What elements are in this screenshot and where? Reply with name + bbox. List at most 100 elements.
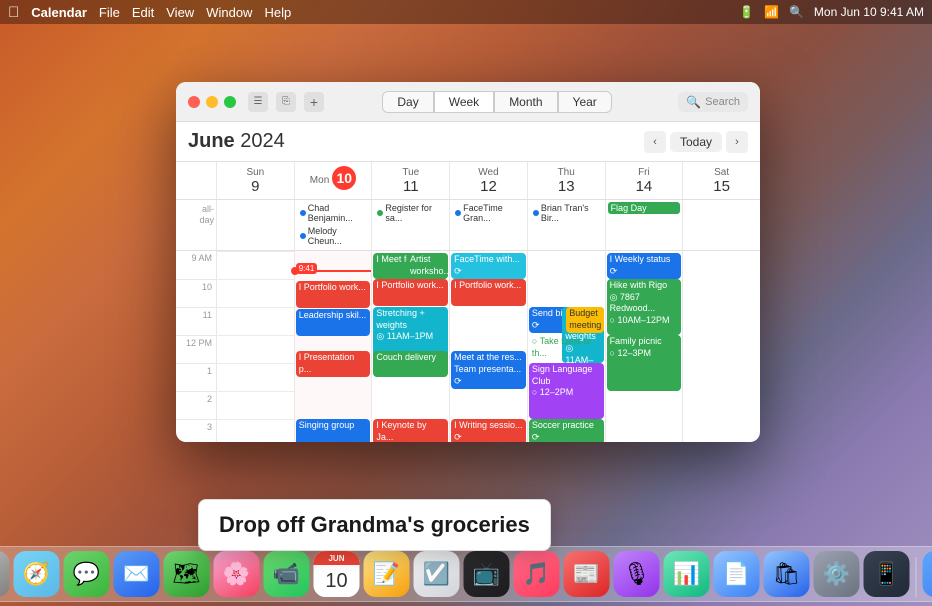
event-team-pres[interactable]: Team presenta... ⟳	[451, 363, 526, 389]
allday-row: all-day Chad Benjamin... Melody Cheun...…	[176, 200, 760, 251]
window-chrome: ☰ ⎘ + Day Week Month Year 🔍 Search	[176, 82, 760, 122]
time-12pm: 12 PM	[176, 335, 216, 363]
time-11: 11	[176, 307, 216, 335]
dock-icon-music[interactable]: 🎵	[514, 551, 560, 597]
event-presentation-mon[interactable]: I Presentation p...	[296, 351, 371, 377]
allday-event-flagday[interactable]: Flag Day	[608, 202, 681, 214]
allday-event-melody[interactable]: Melody Cheun...	[297, 225, 370, 247]
prev-button[interactable]: ‹	[644, 131, 666, 153]
time-3: 3	[176, 419, 216, 442]
day-header-wed: Wed 12	[449, 162, 527, 199]
days-header: Sun 9 Mon 10 Tue 11 Wed 12 Thu 13 Fri 14	[176, 162, 760, 200]
event-luna[interactable]: ○ Take Luna to th...	[529, 335, 604, 361]
menubar-left:  Calendar Calendar File Edit View Windo…	[8, 4, 291, 21]
menubar:  Calendar Calendar File Edit View Windo…	[0, 0, 932, 24]
allday-event-chad[interactable]: Chad Benjamin...	[297, 202, 370, 224]
day-header-mon: Mon 10	[294, 162, 372, 199]
event-keynote[interactable]: I Keynote by Ja...	[373, 419, 448, 442]
dock-icon-news[interactable]: 📰	[564, 551, 610, 597]
allday-wed: FaceTime Gran...	[449, 200, 527, 250]
allday-event-facetime-gran[interactable]: FaceTime Gran...	[452, 202, 525, 224]
dock-icon-airdrop[interactable]: 📡	[923, 551, 932, 597]
cal-header: June 2024 ‹ Today ›	[176, 122, 760, 162]
dock-icon-notes[interactable]: 📝	[364, 551, 410, 597]
allday-label: all-day	[176, 200, 216, 250]
dock-divider	[916, 557, 917, 597]
app-name[interactable]: Calendar	[31, 5, 87, 20]
event-couch[interactable]: Couch delivery	[373, 351, 448, 377]
menu-window[interactable]: Window	[206, 5, 252, 20]
dock-icon-numbers[interactable]: 📊	[664, 551, 710, 597]
allday-fri: Flag Day	[605, 200, 683, 250]
event-leadership[interactable]: Leadership skil...	[296, 309, 371, 336]
dock-icon-facetime[interactable]: 📹	[264, 551, 310, 597]
tab-month[interactable]: Month	[494, 91, 557, 113]
allday-event-register[interactable]: Register for sa...	[374, 202, 447, 224]
dock-icon-photos[interactable]: 🌸	[214, 551, 260, 597]
wifi-icon: 📶	[764, 5, 779, 19]
event-singing[interactable]: Singing group	[296, 419, 371, 442]
time-col: 9 AM 10 11 12 PM 1 2 3 4 5 6 7 8	[176, 251, 216, 442]
allday-event-brian-bday[interactable]: Brian Tran's Bir...	[530, 202, 603, 224]
dock-icon-safari[interactable]: 🧭	[14, 551, 60, 597]
time-10: 10	[176, 279, 216, 307]
event-tooltip: Drop off Grandma's groceries	[198, 499, 551, 551]
allday-thu: Brian Tran's Bir...	[527, 200, 605, 250]
allday-sat	[682, 200, 760, 250]
dock-icon-sysprefs[interactable]: ⚙️	[814, 551, 860, 597]
menu-file[interactable]: File	[99, 5, 120, 20]
menu-edit[interactable]: Edit	[132, 5, 154, 20]
search-icon[interactable]: 🔍	[789, 5, 804, 19]
menu-help[interactable]: Help	[264, 5, 291, 20]
datetime: Mon Jun 10 9:41 AM	[814, 5, 924, 19]
dock-icon-launchpad[interactable]: 🚀	[0, 551, 10, 597]
time-1: 1	[176, 363, 216, 391]
dock-icon-pages[interactable]: 📄	[714, 551, 760, 597]
search-box[interactable]: 🔍 Search	[678, 92, 748, 112]
day-header-fri: Fri 14	[605, 162, 683, 199]
event-soccer[interactable]: Soccer practice ⟳	[529, 419, 604, 442]
apple-menu[interactable]: 	[8, 4, 19, 21]
dock-icon-mail[interactable]: ✉️	[114, 551, 160, 597]
dock-icon-maps[interactable]: 🗺	[164, 551, 210, 597]
event-writing[interactable]: I Writing sessio... ⟳	[451, 419, 526, 442]
event-weekly-status[interactable]: I Weekly status ⟳	[607, 253, 682, 279]
tooltip-text: Drop off Grandma's groceries	[219, 512, 530, 537]
month-title: June	[188, 130, 235, 152]
sidebar-toggle[interactable]: ☰	[248, 92, 268, 112]
dock-icon-messages[interactable]: 💬	[64, 551, 110, 597]
dock-icon-iphone[interactable]: 📱	[864, 551, 910, 597]
allday-mon: Chad Benjamin... Melody Cheun...	[294, 200, 372, 250]
minimize-button[interactable]	[206, 96, 218, 108]
event-picnic[interactable]: Family picnic○ 12–3PM	[607, 335, 682, 391]
fullscreen-button[interactable]	[224, 96, 236, 108]
menu-view[interactable]: View	[166, 5, 194, 20]
event-budget[interactable]: Budget meeting	[566, 307, 603, 333]
dock-icon-appstore[interactable]: 🛍	[764, 551, 810, 597]
event-facetime-wed[interactable]: FaceTime with... ⟳	[451, 253, 526, 279]
event-portfolio-mon[interactable]: I Portfolio work...	[296, 281, 371, 308]
dock: 🔵 🚀 🧭 💬 ✉️ 🗺 🌸 📹 JUN 10 📝 ☑️ 📺 🎵 📰	[0, 546, 932, 602]
dock-icon-calendar[interactable]: JUN 10	[314, 551, 360, 597]
dock-icon-reminders[interactable]: ☑️	[414, 551, 460, 597]
time-grid: 9 AM 10 11 12 PM 1 2 3 4 5 6 7 8	[176, 251, 760, 442]
close-button[interactable]	[188, 96, 200, 108]
next-button[interactable]: ›	[726, 131, 748, 153]
event-portfolio-wed[interactable]: I Portfolio work...	[451, 279, 526, 306]
today-button[interactable]: Today	[670, 132, 722, 152]
add-event-button[interactable]: +	[304, 92, 324, 112]
event-hike[interactable]: Hike with Rigo◎ 7867 Redwood...○ 10AM–12…	[607, 279, 682, 335]
tab-week[interactable]: Week	[434, 91, 494, 113]
dock-icon-podcasts[interactable]: 🎙	[614, 551, 660, 597]
tab-day[interactable]: Day	[382, 91, 433, 113]
now-time-label: 9:41	[296, 263, 318, 274]
tab-year[interactable]: Year	[558, 91, 612, 113]
event-sign-lang[interactable]: Sign Language Club○ 12–2PM	[529, 363, 604, 419]
dock-icon-appletv[interactable]: 📺	[464, 551, 510, 597]
share-button[interactable]: ⎘	[276, 92, 296, 112]
nav-buttons: ‹ Today ›	[644, 131, 748, 153]
event-artist-workshop[interactable]: Artist worksho...	[407, 253, 448, 279]
time-9am: 9 AM	[176, 251, 216, 279]
event-portfolio-tue[interactable]: I Portfolio work...	[373, 279, 448, 306]
time-2: 2	[176, 391, 216, 419]
